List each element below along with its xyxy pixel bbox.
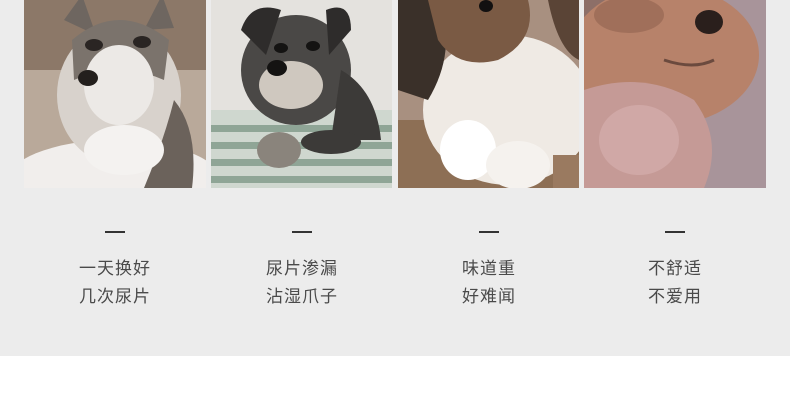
schnauzer-photo (211, 0, 392, 188)
caption-line: 几次尿片 (79, 287, 151, 307)
husky-puppy-photo (24, 0, 206, 188)
shih-tzu-puppy-photo (398, 0, 579, 188)
caption-line: 味道重 (462, 259, 516, 279)
caption-2: 尿片渗漏 沾湿爪子 (211, 218, 393, 311)
dash-divider (479, 231, 499, 233)
caption-4: 不舒适 不爱用 (584, 218, 766, 311)
pain-points-panel: 一天换好 几次尿片 尿片渗漏 沾湿爪子 味道重 好难闻 不舒适 不爱用 (0, 0, 790, 356)
caption-3: 味道重 好难闻 (398, 218, 580, 311)
caption-line: 不舒适 (648, 259, 702, 279)
caption-line: 好难闻 (462, 287, 516, 307)
caption-line: 一天换好 (79, 259, 151, 279)
dash-divider (292, 231, 312, 233)
brown-puppy-closeup-photo (584, 0, 766, 188)
caption-line: 沾湿爪子 (266, 287, 338, 307)
dash-divider (665, 231, 685, 233)
caption-line: 尿片渗漏 (266, 259, 338, 279)
caption-line: 不爱用 (648, 287, 702, 307)
dash-divider (105, 231, 125, 233)
caption-1: 一天换好 几次尿片 (24, 218, 206, 311)
